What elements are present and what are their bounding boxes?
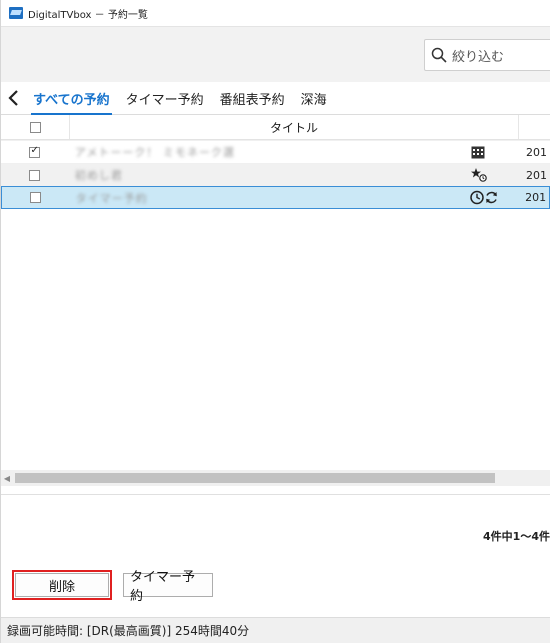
- row-checkbox[interactable]: [30, 192, 42, 203]
- search-input[interactable]: 絞り込む: [424, 39, 550, 71]
- row-title: 初めし君: [74, 169, 123, 182]
- timer-reservation-button[interactable]: タイマー予約: [123, 570, 213, 604]
- star-clock-icon: [471, 168, 487, 182]
- table-row[interactable]: タイマー予約 201: [1, 186, 550, 209]
- clock-repeat-icon: [470, 190, 498, 205]
- table-row[interactable]: 初めし君 201: [1, 163, 550, 186]
- chevron-left-icon: [8, 90, 18, 106]
- tab-bar: すべての予約 タイマー予約 番組表予約 深海: [1, 82, 550, 115]
- reservation-table: タイトル アメトーーク！ ミモネーク選 201 初めし君: [1, 115, 550, 495]
- app-logo-icon: [9, 7, 23, 19]
- row-title: タイマー予約: [75, 191, 148, 205]
- title-bar: DigitalTVbox － 予約一覧: [1, 0, 550, 26]
- delete-button[interactable]: 削除: [12, 570, 112, 600]
- row-date: 201: [525, 191, 547, 204]
- tab-shinkai[interactable]: 深海: [293, 82, 335, 114]
- row-date: 201: [526, 168, 548, 182]
- app-window: DigitalTVbox － 予約一覧 絞り込む すべての予約 タイマー予約 番…: [0, 0, 550, 643]
- row-title: アメトーーク！ ミモネーク選: [74, 146, 235, 159]
- window-title: DigitalTVbox － 予約一覧: [28, 9, 148, 21]
- recording-time-status: 録画可能時間: [DR(最高画質)] 254時間40分: [7, 624, 250, 638]
- search-band: 絞り込む: [1, 26, 550, 82]
- back-button[interactable]: [1, 82, 25, 114]
- row-checkbox[interactable]: [29, 145, 41, 158]
- scroll-left-icon[interactable]: ◀: [1, 474, 13, 483]
- search-placeholder: 絞り込む: [452, 49, 505, 65]
- table-header: タイトル: [1, 115, 550, 140]
- tab-timer-reservations[interactable]: タイマー予約: [118, 82, 212, 114]
- table-row[interactable]: アメトーーク！ ミモネーク選 201: [1, 140, 550, 163]
- item-count: 4件中1～4件: [483, 530, 550, 543]
- scrollbar-thumb[interactable]: [15, 473, 495, 483]
- horizontal-scrollbar[interactable]: ◀: [1, 470, 550, 486]
- calendar-grid-icon: [471, 146, 485, 158]
- tab-all-reservations[interactable]: すべての予約: [25, 82, 118, 115]
- row-checkbox[interactable]: [29, 169, 41, 181]
- tab-guide-reservations[interactable]: 番組表予約: [212, 82, 293, 114]
- row-date: 201: [526, 145, 548, 159]
- select-all-checkbox[interactable]: [29, 121, 41, 133]
- status-bar: 録画可能時間: [DR(最高画質)] 254時間40分: [1, 617, 550, 643]
- search-icon: [431, 47, 447, 63]
- action-bar: 削除 タイマー予約: [12, 570, 213, 604]
- column-header-title[interactable]: タイトル: [69, 115, 519, 139]
